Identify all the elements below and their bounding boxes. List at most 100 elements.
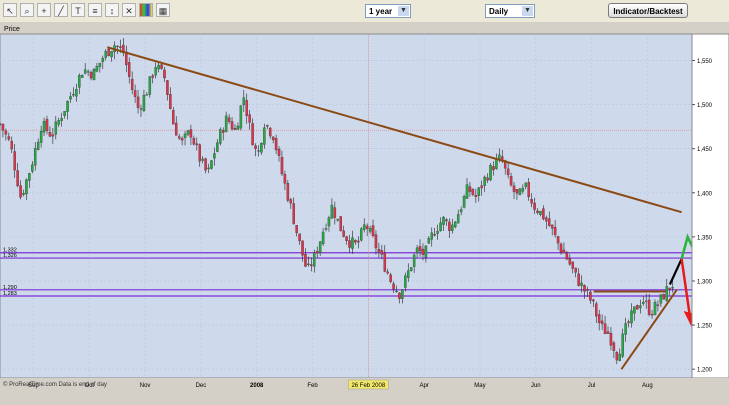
color-palette-icon[interactable]: [139, 3, 153, 17]
candle-down: [163, 69, 166, 79]
interval-select[interactable]: Daily ▼: [485, 4, 535, 18]
zoom-icon[interactable]: ⌕: [20, 3, 34, 17]
candle-up: [415, 247, 419, 254]
candle-down: [245, 100, 248, 117]
candle-down: [127, 62, 131, 77]
candle-down: [180, 138, 184, 141]
panel-label: Price: [4, 26, 20, 33]
candle-up: [83, 69, 87, 74]
candle-up: [54, 121, 58, 135]
candle-down: [471, 189, 475, 195]
fibonacci-icon[interactable]: ≡: [88, 3, 102, 17]
candle-up: [401, 289, 404, 299]
cursor-icon[interactable]: ↖: [3, 3, 17, 17]
candle-down: [574, 267, 577, 273]
candle-down: [527, 182, 530, 198]
candle-up: [659, 294, 663, 304]
candle-up: [183, 133, 187, 138]
candle-down: [577, 273, 580, 286]
measure-icon[interactable]: ↕: [105, 3, 119, 17]
indicator-backtest-button[interactable]: Indicator/Backtest: [608, 3, 688, 18]
candle-down: [550, 224, 554, 229]
candle-up: [39, 131, 43, 143]
candle-down: [45, 119, 49, 131]
candle-down: [89, 72, 93, 79]
candle-up: [630, 310, 633, 324]
candle-down: [600, 320, 604, 324]
candle-down: [597, 314, 601, 324]
period-select[interactable]: 1 year ▼: [365, 4, 411, 18]
candle-up: [101, 58, 105, 62]
candle-up: [404, 275, 407, 288]
candle-up: [260, 143, 263, 153]
candle-down: [392, 283, 395, 290]
candle-down: [583, 285, 586, 292]
price-chart[interactable]: 1,3321,3261,2901,283 1,471.0 1,296.31 1,…: [0, 22, 729, 400]
candle-up: [104, 51, 107, 58]
candle-up: [624, 323, 627, 335]
candle-up: [430, 232, 434, 240]
candle-up: [36, 141, 40, 150]
candle-up: [642, 302, 645, 304]
candle-down: [568, 258, 572, 265]
candle-up: [28, 173, 31, 181]
crosshair-icon[interactable]: +: [37, 3, 51, 17]
candle-down: [562, 249, 566, 254]
x-tick-label: Apr: [419, 383, 428, 389]
candle-down: [169, 94, 172, 109]
candle-up: [412, 254, 416, 267]
candle-up: [78, 75, 81, 88]
candle-up: [459, 209, 463, 213]
y-tick-label: 1,550: [697, 59, 713, 65]
text-icon[interactable]: T: [71, 3, 85, 17]
candle-up: [86, 71, 90, 73]
candle-up: [368, 227, 372, 232]
candle-down: [248, 114, 251, 123]
candle-down: [174, 122, 178, 136]
candle-down: [603, 323, 607, 335]
candle-up: [442, 216, 445, 225]
candle-up: [242, 97, 246, 106]
candle-down: [377, 248, 381, 252]
candle-down: [468, 186, 472, 192]
candle-up: [31, 164, 34, 172]
candle-down: [139, 108, 143, 110]
candle-down: [160, 64, 163, 69]
draw-line-icon[interactable]: ╱: [54, 3, 68, 17]
candle-down: [589, 291, 592, 301]
candle-down: [266, 125, 269, 127]
candle-down: [301, 240, 304, 256]
candle-up: [327, 217, 331, 227]
candle-down: [548, 218, 551, 226]
plot-area: [0, 33, 693, 379]
candle-down: [506, 168, 510, 176]
candle-down: [166, 80, 169, 95]
candle-down: [198, 144, 201, 162]
delete-icon[interactable]: ✕: [122, 3, 136, 17]
candle-up: [671, 287, 674, 289]
candle-down: [512, 185, 516, 192]
candle-up: [69, 96, 72, 100]
candle-up: [580, 282, 583, 286]
candle-down: [295, 224, 298, 233]
candle-down: [644, 300, 648, 302]
style-icon[interactable]: ▦: [156, 3, 170, 17]
candle-up: [427, 237, 431, 244]
candle-up: [63, 111, 66, 116]
candle-up: [477, 187, 481, 196]
candle-up: [330, 204, 334, 219]
candle-up: [321, 231, 325, 245]
candle-up: [495, 158, 498, 169]
candle-down: [283, 174, 287, 184]
candle-down: [609, 333, 613, 346]
toolbar-icon-group: ↖ ⌕ + ╱ T ≡ ↕ ✕ ▦: [3, 3, 170, 19]
candle-up: [409, 267, 413, 271]
candle-up: [33, 148, 37, 166]
candle-down: [192, 137, 196, 145]
horizontal-level-label: 1,283: [3, 291, 17, 297]
candle-down: [189, 129, 193, 138]
candle-down: [315, 250, 319, 254]
chart-toolbar: ↖ ⌕ + ╱ T ≡ ↕ ✕ ▦ 1 year ▼ Daily ▼ Indic…: [0, 0, 729, 23]
candle-up: [57, 120, 60, 125]
candle-down: [10, 140, 13, 150]
